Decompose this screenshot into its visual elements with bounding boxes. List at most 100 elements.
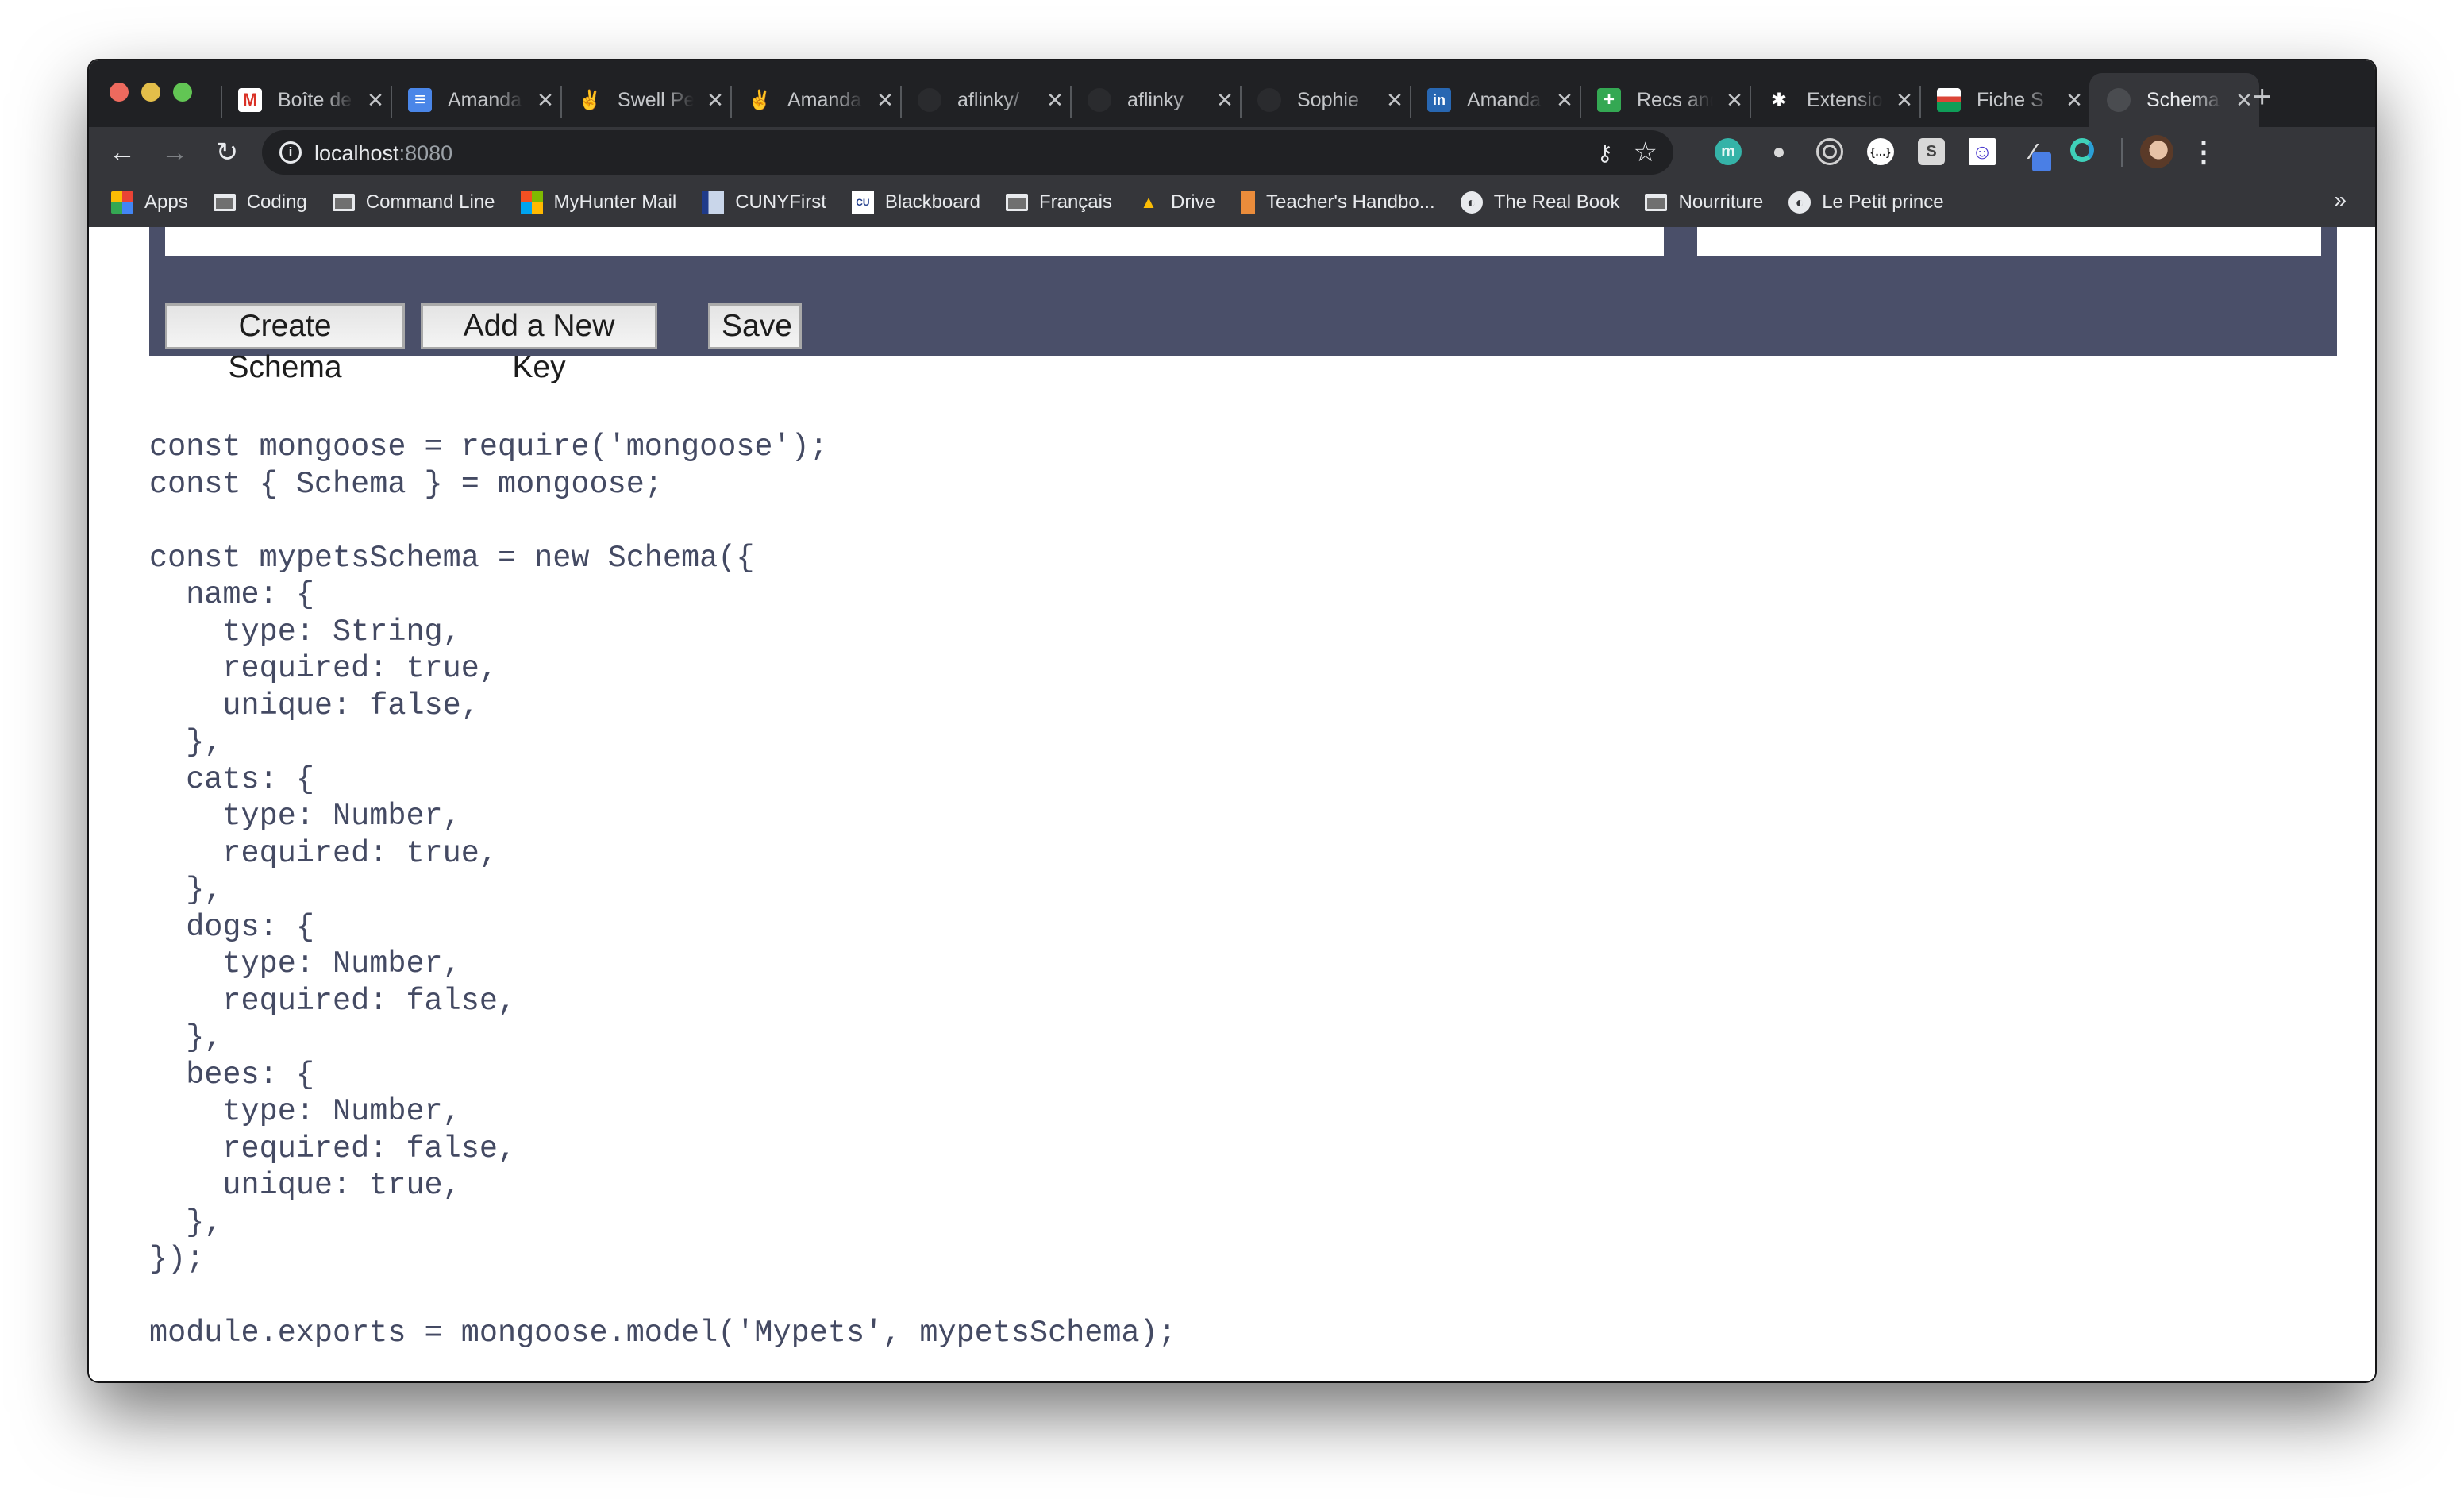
bookmark-le-petit-prince[interactable]: ◐ Le Petit prince	[1788, 191, 1944, 214]
folder-icon	[1645, 194, 1668, 211]
browser-window: M Boîte de réception ✕ ≡ Amanda ✕ ✌ Swel…	[89, 60, 2375, 1381]
tab-separator	[1240, 86, 1242, 118]
book-icon	[1241, 191, 1255, 214]
bookmark-real-book[interactable]: ◐ The Real Book	[1460, 191, 1619, 214]
peace-hand-icon: ✌	[578, 89, 602, 111]
tab-close-icon[interactable]: ✕	[1045, 88, 1065, 113]
tab-separator	[730, 86, 732, 118]
tab-close-icon[interactable]: ✕	[1724, 88, 1745, 113]
extension-target-icon[interactable]	[1816, 138, 1843, 165]
tab-close-icon[interactable]: ✕	[535, 88, 556, 113]
extension-s-icon[interactable]: S	[1918, 138, 1945, 165]
bookmarks-overflow-chevron-icon[interactable]: »	[2334, 187, 2347, 213]
bookmark-francais[interactable]: Français	[1005, 191, 1112, 214]
bookmark-command-line[interactable]: Command Line	[332, 191, 495, 214]
back-arrow-icon[interactable]: ←	[105, 135, 140, 170]
key-type-input[interactable]	[1697, 227, 2321, 256]
reload-icon[interactable]: ↻	[210, 135, 244, 170]
bookmark-nourriture[interactable]: Nourriture	[1645, 191, 1763, 214]
tab-docs[interactable]: ≡ Amanda ✕	[391, 73, 560, 127]
tab-sheets[interactable]: + Recs and ✕	[1580, 73, 1750, 127]
password-key-icon[interactable]: ⚷	[1596, 140, 1613, 166]
tab-close-icon[interactable]: ✕	[705, 88, 726, 113]
extension-json-icon[interactable]: {…}	[1867, 138, 1894, 165]
tab-separator	[560, 86, 562, 118]
minimize-window-button[interactable]	[141, 83, 160, 102]
tab-close-icon[interactable]: ✕	[875, 88, 895, 113]
bookmark-apps[interactable]: Apps	[111, 191, 188, 214]
tab-amanda[interactable]: ✌ Amanda ✕	[730, 73, 900, 127]
bookmark-myhunter-mail[interactable]: MyHunter Mail	[520, 191, 676, 214]
puzzle-icon: ✱	[1770, 89, 1788, 111]
key-name-input[interactable]	[165, 227, 1664, 256]
tab-title: Fiche S	[1977, 88, 2044, 111]
site-info-icon[interactable]: i	[279, 141, 302, 164]
bookmark-cunyfirst[interactable]: CUNYFirst	[702, 191, 826, 214]
tab-close-icon[interactable]: ✕	[1554, 88, 1575, 113]
tab-title: aflinky	[1127, 88, 1184, 111]
github-icon	[918, 88, 941, 112]
tab-close-icon[interactable]: ✕	[1215, 88, 1235, 113]
bookmark-star-icon[interactable]: ☆	[1634, 137, 1657, 168]
tab-separator	[1580, 86, 1581, 118]
extension-bomb-icon[interactable]: ●	[1765, 138, 1792, 165]
tab-close-icon[interactable]: ✕	[1384, 88, 1405, 113]
extension-m-icon[interactable]: m	[1715, 138, 1742, 165]
extension-ring-icon[interactable]	[2070, 138, 2094, 162]
tab-title: Swell Pets	[618, 88, 694, 111]
bookmark-coding[interactable]: Coding	[213, 191, 307, 214]
tab-webstore[interactable]: Fiche S ✕	[1919, 73, 2089, 127]
profile-avatar[interactable]	[2140, 135, 2173, 168]
tab-close-icon[interactable]: ✕	[365, 88, 386, 113]
url-text[interactable]: localhost:8080	[314, 141, 452, 166]
bookmark-teachers-handbook[interactable]: Teacher's Handbo...	[1241, 191, 1435, 214]
save-button[interactable]: Save	[708, 303, 802, 349]
tab-title: Boîte de réception	[278, 88, 354, 111]
maximize-window-button[interactable]	[173, 83, 192, 102]
extension-eyedropper-icon[interactable]: ⁄	[2019, 138, 2051, 171]
globe-icon: ◐	[1460, 191, 1483, 214]
github-icon	[1088, 88, 1111, 112]
create-schema-button[interactable]: Create Schema	[165, 303, 405, 384]
tab-gmail[interactable]: M Boîte de réception ✕	[221, 73, 391, 127]
folder-icon	[213, 194, 236, 211]
bookmark-label: Blackboard	[884, 191, 980, 213]
folder-icon	[1005, 194, 1028, 211]
tab-close-icon[interactable]: ✕	[2234, 88, 2254, 113]
forward-arrow-icon[interactable]: →	[157, 135, 192, 170]
tab-swell-pets[interactable]: ✌ Swell Pets ✕	[560, 73, 730, 127]
browser-toolbar: ← → ↻ i localhost:8080 ⚷ ☆ m ● {…} S ☺ ⁄…	[89, 127, 2375, 178]
tab-title: Sophie	[1297, 88, 1359, 111]
peace-hand-icon: ✌	[748, 89, 772, 111]
tab-separator	[1410, 86, 1411, 118]
gmail-icon: M	[238, 88, 262, 112]
github-icon	[1257, 88, 1281, 112]
browser-menu-icon[interactable]: ⋮	[2189, 132, 2218, 171]
google-drive-icon: ▲	[1140, 192, 1157, 212]
address-bar[interactable]: i localhost:8080 ⚷ ☆	[262, 130, 1673, 175]
url-host: localhost	[314, 141, 399, 165]
bookmark-label: Français	[1038, 191, 1112, 213]
tab-github-sophie[interactable]: Sophie ✕	[1240, 73, 1410, 127]
tab-close-icon[interactable]: ✕	[1894, 88, 1915, 113]
google-sheets-icon: +	[1597, 88, 1621, 112]
bookmark-blackboard[interactable]: CU Blackboard	[851, 191, 980, 214]
bookmark-label: Command Line	[365, 191, 495, 213]
tab-extensions[interactable]: ✱ Extensions ✕	[1750, 73, 1919, 127]
add-new-key-button[interactable]: Add a New Key	[421, 303, 657, 384]
tab-schema-active[interactable]: Schema ✕	[2089, 73, 2259, 127]
tab-close-icon[interactable]: ✕	[2064, 88, 2085, 113]
cunyfirst-icon	[702, 191, 725, 214]
google-docs-icon: ≡	[408, 88, 432, 112]
close-window-button[interactable]	[110, 83, 129, 102]
bookmark-drive[interactable]: ▲ Drive	[1138, 191, 1215, 214]
tab-separator	[221, 86, 222, 118]
tab-linkedin[interactable]: in Amanda ✕	[1410, 73, 1580, 127]
tab-github-aflinky[interactable]: aflinky ✕	[1070, 73, 1240, 127]
tab-github-aflinky-repo[interactable]: aflinky/ ✕	[900, 73, 1070, 127]
extension-monkey-icon[interactable]: ☺	[1969, 138, 1996, 165]
generated-schema-code: const mongoose = require('mongoose'); co…	[149, 430, 1176, 1351]
tab-title: Extensions	[1807, 88, 1883, 111]
new-tab-button[interactable]: +	[2253, 81, 2271, 113]
page-content: Create Schema Add a New Key Save const m…	[89, 227, 2375, 1381]
